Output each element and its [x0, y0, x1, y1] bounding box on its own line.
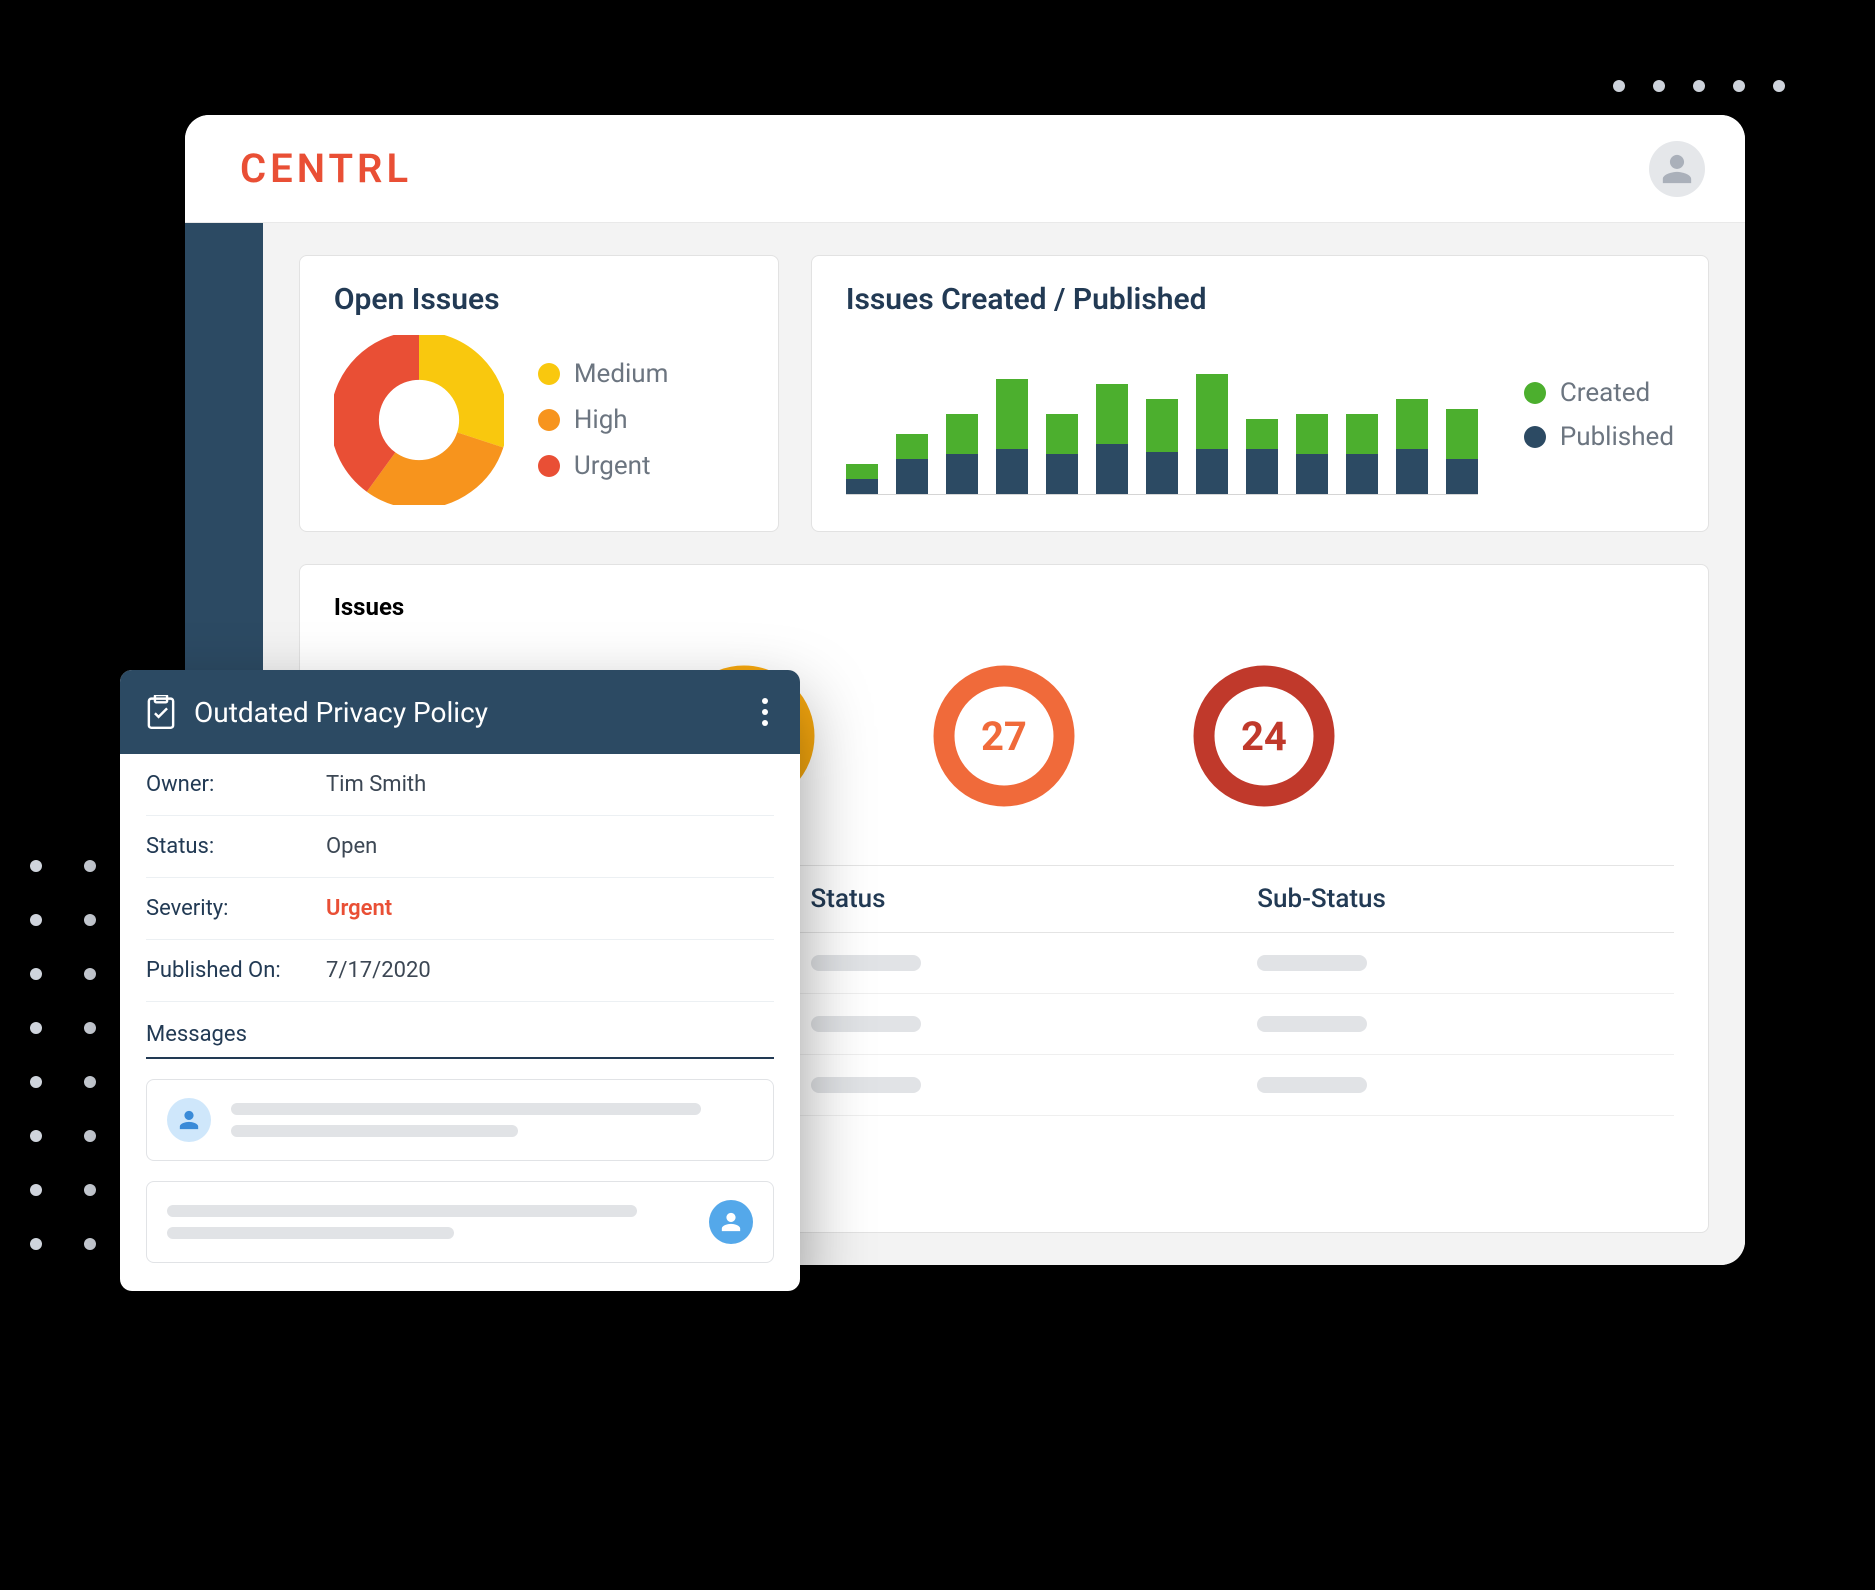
card-title: Issues [334, 593, 1674, 621]
card-title: Issues Created / Published [846, 282, 1674, 317]
detail-property-row: Status:Open [146, 816, 774, 878]
bar-column [896, 434, 928, 494]
detail-title: Outdated Privacy Policy [194, 696, 738, 729]
bar-column [1096, 384, 1128, 494]
legend-item: Medium [538, 359, 669, 389]
bar-column [1196, 374, 1228, 494]
card-title: Open Issues [334, 282, 744, 317]
messages-heading: Messages [146, 1002, 774, 1059]
user-avatar[interactable] [1649, 141, 1705, 197]
issues-created-card: Issues Created / Published Created Publis… [811, 255, 1709, 532]
bar-column [1446, 409, 1478, 494]
bar-column [846, 464, 878, 494]
bar-column [1396, 399, 1428, 494]
legend-item: Urgent [538, 451, 669, 481]
clipboard-check-icon [146, 695, 176, 729]
detail-property-row: Owner:Tim Smith [146, 754, 774, 816]
detail-property-row: Published On:7/17/2020 [146, 940, 774, 1002]
stacked-bar-chart [846, 335, 1478, 495]
detail-header: Outdated Privacy Policy [120, 670, 800, 754]
bar-column [1346, 414, 1378, 494]
issue-count-ring: 27 [929, 661, 1079, 811]
bar-chart-legend: Created Published [1524, 378, 1674, 452]
window-header: CENTRL [185, 115, 1745, 223]
message-item[interactable] [146, 1079, 774, 1161]
messages-list [146, 1059, 774, 1291]
legend-item: High [538, 405, 669, 435]
detail-properties: Owner:Tim SmithStatus:OpenSeverity:Urgen… [146, 754, 774, 1002]
legend-item: Published [1524, 422, 1674, 452]
bar-column [1246, 419, 1278, 494]
bar-column [996, 379, 1028, 494]
issue-count-ring: 24 [1189, 661, 1339, 811]
table-column-header: Status [781, 884, 1228, 914]
detail-property-row: Severity:Urgent [146, 878, 774, 940]
brand-logo: CENTRL [240, 145, 412, 192]
open-issues-legend: Medium High Urgent [538, 359, 669, 481]
bar-column [1046, 414, 1078, 494]
open-issues-donut [334, 335, 504, 505]
open-issues-card: Open Issues Medium High Urgent [299, 255, 779, 532]
message-item[interactable] [146, 1181, 774, 1263]
bar-column [946, 414, 978, 494]
decorative-dots-top [1613, 80, 1785, 92]
table-column-header: Sub-Status [1227, 884, 1674, 914]
person-icon [1660, 152, 1694, 186]
message-avatar [709, 1200, 753, 1244]
bar-column [1146, 399, 1178, 494]
legend-item: Created [1524, 378, 1674, 408]
bar-column [1296, 414, 1328, 494]
message-avatar [167, 1098, 211, 1142]
issue-detail-card: Outdated Privacy Policy Owner:Tim SmithS… [120, 670, 800, 1291]
kebab-menu-button[interactable] [756, 692, 774, 732]
